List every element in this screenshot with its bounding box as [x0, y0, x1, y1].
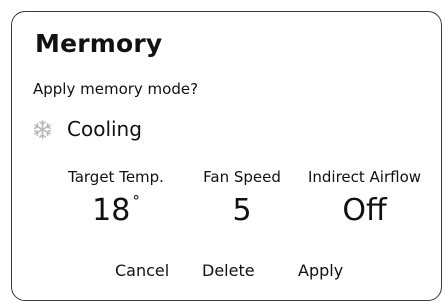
indirect-airflow-label: Indirect Airflow [307, 168, 422, 186]
dialog-prompt: Apply memory mode? [33, 80, 199, 98]
target-temp-setting: Target Temp. 18 ° [60, 168, 172, 226]
indirect-airflow-value: Off [342, 193, 387, 228]
mode-label: Cooling [67, 117, 142, 141]
target-temp-value-row: 18 ° [60, 193, 172, 228]
fan-speed-setting: Fan Speed 5 [192, 168, 292, 226]
fan-speed-label: Fan Speed [203, 168, 281, 186]
target-temp-label: Target Temp. [68, 168, 164, 186]
snowflake-icon [34, 119, 51, 139]
target-temp-value: 18 [92, 193, 131, 228]
degree-symbol: ° [132, 192, 140, 210]
cancel-button[interactable]: Cancel [115, 261, 169, 280]
indirect-airflow-setting: Indirect Airflow Off [297, 168, 432, 226]
dialog-title: Mermory [35, 29, 163, 58]
delete-button[interactable]: Delete [202, 261, 255, 280]
apply-button[interactable]: Apply [298, 261, 343, 280]
memory-dialog: Mermory Apply memory mode? Cooling Targe… [11, 11, 442, 301]
fan-speed-value: 5 [232, 193, 252, 228]
mode-row: Cooling [32, 117, 142, 141]
